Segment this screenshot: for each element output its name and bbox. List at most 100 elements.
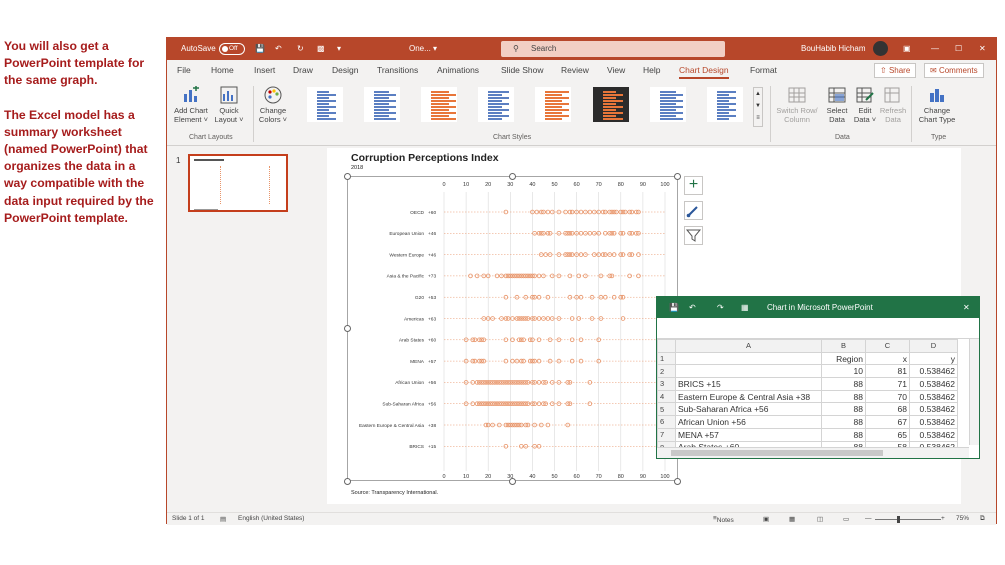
chart-style-thumbnail[interactable] xyxy=(421,87,457,122)
tab-file[interactable]: File xyxy=(177,65,191,75)
autosave-toggle[interactable]: Off xyxy=(219,43,245,55)
edit-in-excel-icon[interactable]: ▦ xyxy=(741,297,749,318)
close-icon[interactable]: ✕ xyxy=(979,38,986,60)
column-header[interactable]: A xyxy=(675,339,822,353)
save-icon[interactable]: 💾 xyxy=(255,38,265,60)
cell[interactable]: BRICS +15 xyxy=(675,377,822,391)
zoom-slider-thumb[interactable] xyxy=(897,516,900,523)
cell[interactable]: 0.538462 xyxy=(909,389,958,404)
tab-transitions[interactable]: Transitions xyxy=(377,65,418,75)
column-header[interactable]: B xyxy=(821,339,866,353)
cell[interactable]: 71 xyxy=(865,377,910,391)
slide-thumbnail[interactable] xyxy=(188,154,288,212)
chart-style-thumbnail[interactable] xyxy=(650,87,686,122)
chart-frame[interactable]: 0 0 10 10 20 20 30 30 40 40 50 50 60 60 70 70 80 80 90 90 10… xyxy=(347,176,678,481)
slide-sorter-icon[interactable]: ▦ xyxy=(789,515,795,523)
refresh-data-button[interactable]: Refresh Data xyxy=(879,86,907,124)
tab-home[interactable]: Home xyxy=(211,65,234,75)
switch-row-column-button[interactable]: Switch Row/Column xyxy=(775,86,819,124)
formula-bar[interactable] xyxy=(657,318,979,339)
add-chart-element-button[interactable]: Add Chart Element ˅ xyxy=(172,86,210,124)
row-header[interactable]: 2 xyxy=(657,364,676,379)
tab-review[interactable]: Review xyxy=(561,65,589,75)
ribbon-display-icon[interactable]: ▣ xyxy=(903,38,911,60)
cell[interactable]: 0.538462 xyxy=(909,402,958,417)
tab-draw[interactable]: Draw xyxy=(293,65,313,75)
tab-format[interactable]: Format xyxy=(750,65,777,75)
row-header[interactable]: 5 xyxy=(657,402,676,417)
cell[interactable]: y xyxy=(909,351,958,366)
corner-cell[interactable] xyxy=(657,339,676,353)
row-header[interactable]: 6 xyxy=(657,415,676,429)
scroll-thumb[interactable] xyxy=(671,450,883,456)
share-button[interactable]: ⇧ Share xyxy=(874,63,917,78)
cell[interactable]: 88 xyxy=(821,415,866,429)
tab-insert[interactable]: Insert xyxy=(254,65,275,75)
select-data-button[interactable]: Select Data xyxy=(823,86,851,124)
tab-animations[interactable]: Animations xyxy=(437,65,479,75)
chart-elements-button[interactable]: + xyxy=(684,176,703,195)
search-box[interactable]: ⚲ Search xyxy=(501,41,725,57)
slideshow-icon[interactable]: ▭ xyxy=(843,515,849,523)
chart-style-thumbnail[interactable] xyxy=(478,87,514,122)
customize-qat-icon[interactable]: ▾ xyxy=(337,38,341,60)
minimize-icon[interactable]: — xyxy=(931,38,939,60)
cell[interactable]: MENA +57 xyxy=(675,427,822,442)
cell[interactable]: 88 xyxy=(821,427,866,442)
row-header[interactable]: 1 xyxy=(657,351,676,366)
resize-handle[interactable] xyxy=(674,478,681,485)
chart-style-thumbnail[interactable] xyxy=(707,87,743,122)
zoom-slider[interactable] xyxy=(875,519,941,520)
maximize-icon[interactable]: ☐ xyxy=(955,38,962,60)
comments-button[interactable]: ✉ Comments xyxy=(924,63,984,78)
chart-style-thumbnail[interactable] xyxy=(307,87,343,122)
cell[interactable]: 0.538462 xyxy=(909,377,958,391)
cell[interactable]: 67 xyxy=(865,415,910,429)
close-icon[interactable]: ✕ xyxy=(963,297,970,318)
resize-handle[interactable] xyxy=(344,325,351,332)
chart-style-thumbnail[interactable] xyxy=(364,87,400,122)
zoom-out-button[interactable]: — xyxy=(865,515,872,522)
cell[interactable]: 10 xyxy=(821,364,866,379)
cell[interactable]: African Union +56 xyxy=(675,415,822,429)
cell[interactable]: 0.538462 xyxy=(909,427,958,442)
row-header[interactable]: 4 xyxy=(657,389,676,404)
cell[interactable] xyxy=(675,351,822,366)
resize-handle[interactable] xyxy=(674,173,681,180)
tab-design[interactable]: Design xyxy=(332,65,358,75)
fit-to-window-icon[interactable]: ⧉ xyxy=(980,515,985,523)
tab-view[interactable]: View xyxy=(607,65,625,75)
cell[interactable]: 0.538462 xyxy=(909,415,958,429)
horizontal-scrollbar[interactable] xyxy=(657,447,969,458)
tab-help[interactable]: Help xyxy=(643,65,660,75)
cell[interactable] xyxy=(675,364,822,379)
gallery-scroll[interactable]: ▲ ▼ ≡ xyxy=(753,87,763,127)
redo-icon[interactable]: ↷ xyxy=(717,297,724,318)
chart-filters-button[interactable] xyxy=(684,226,703,245)
cell[interactable]: 88 xyxy=(821,389,866,404)
cell[interactable]: Region xyxy=(821,351,866,366)
tab-slide-show[interactable]: Slide Show xyxy=(501,65,544,75)
tab-chart-design[interactable]: Chart Design xyxy=(679,65,729,79)
cell[interactable]: x xyxy=(865,351,910,366)
column-header[interactable]: D xyxy=(909,339,958,353)
change-chart-type-button[interactable]: Change Chart Type xyxy=(915,86,959,124)
reading-view-icon[interactable]: ◫ xyxy=(817,515,823,523)
accessibility-icon[interactable]: ▤ xyxy=(220,515,226,523)
resize-handle[interactable] xyxy=(509,173,516,180)
zoom-in-button[interactable]: + xyxy=(941,515,945,522)
cell[interactable]: 68 xyxy=(865,402,910,417)
cell[interactable]: 65 xyxy=(865,427,910,442)
vertical-scrollbar[interactable] xyxy=(969,339,979,445)
zoom-level[interactable]: 75% xyxy=(956,515,969,522)
chart-styles-button[interactable] xyxy=(684,201,703,220)
column-header[interactable]: C xyxy=(865,339,910,353)
undo-icon[interactable]: ↶ xyxy=(689,297,696,318)
chart-style-thumbnail[interactable] xyxy=(593,87,629,122)
cell[interactable]: Eastern Europe & Central Asia +38 xyxy=(675,389,822,404)
change-colors-button[interactable]: Change Colors ˅ xyxy=(256,86,290,124)
notes-button[interactable]: ≡ Notes xyxy=(713,515,734,524)
language[interactable]: English (United States) xyxy=(238,515,304,522)
cell[interactable]: 70 xyxy=(865,389,910,404)
avatar[interactable] xyxy=(873,41,888,56)
